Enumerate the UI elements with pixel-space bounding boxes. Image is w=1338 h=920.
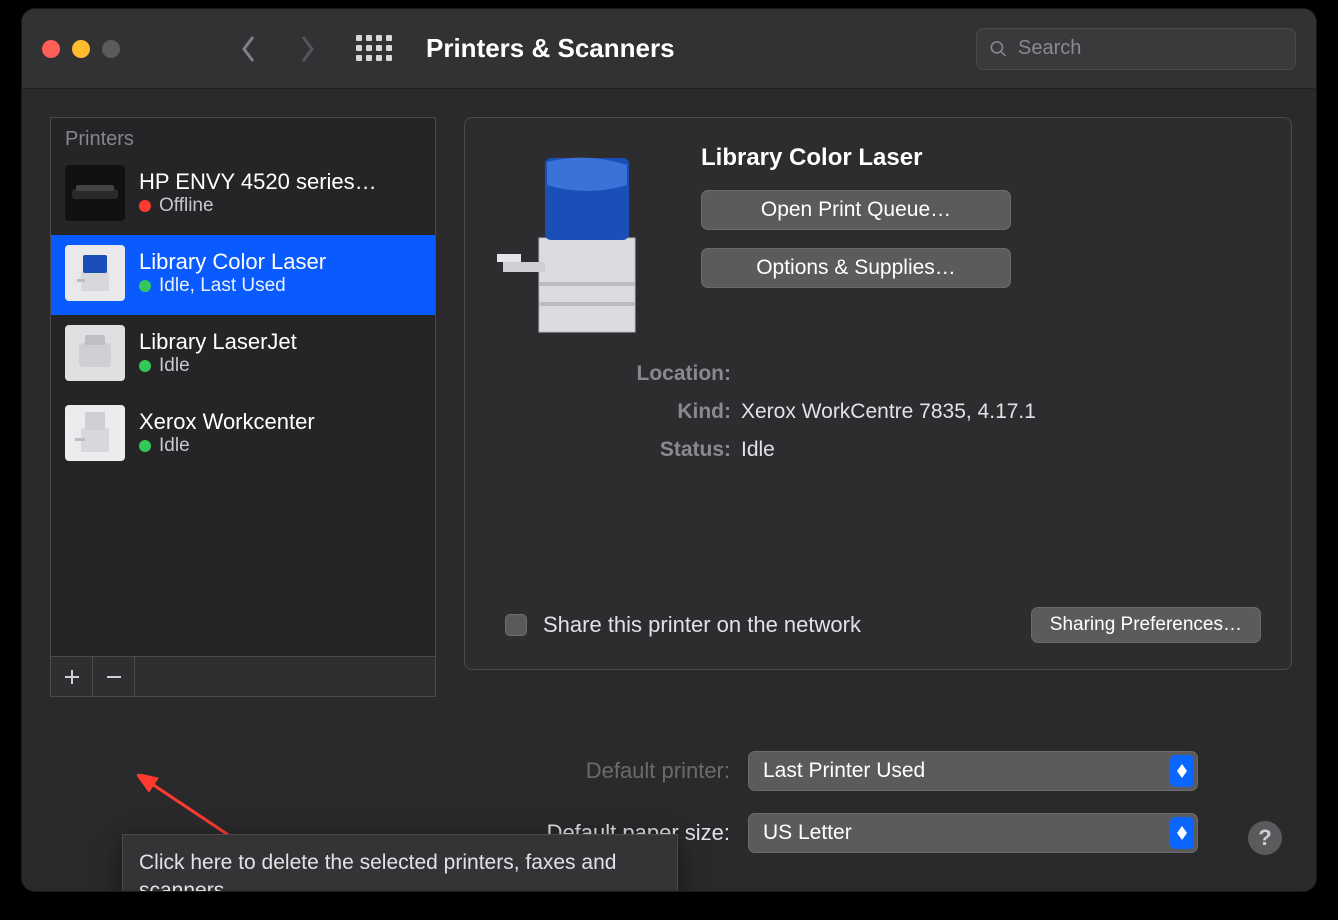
printer-name: Xerox Workcenter [139, 409, 421, 435]
printer-status: Idle, Last Used [139, 275, 421, 297]
printer-list-item[interactable]: Library LaserJet Idle [51, 315, 435, 395]
printer-thumb-icon [65, 165, 125, 221]
label-location: Location: [495, 362, 731, 386]
printer-name: Library Color Laser [139, 249, 421, 275]
sidebar-footer [51, 656, 435, 696]
printer-thumb-icon [65, 405, 125, 461]
printer-large-icon [495, 142, 665, 342]
default-printer-label: Default printer: [464, 758, 730, 784]
default-paper-value: US Letter [763, 821, 852, 845]
select-stepper-icon [1170, 755, 1194, 787]
default-paper-select[interactable]: US Letter [748, 813, 1198, 853]
default-printer-value: Last Printer Used [763, 759, 925, 783]
add-printer-button[interactable] [51, 657, 93, 696]
printer-name: HP ENVY 4520 series… [139, 169, 421, 195]
remove-printer-button[interactable] [93, 657, 135, 696]
select-stepper-icon [1170, 817, 1194, 849]
content: Printers HP ENVY 4520 series… Offline [22, 89, 1316, 891]
search-icon [989, 39, 1008, 59]
printer-thumb-icon [65, 245, 125, 301]
printer-detail-panel: Library Color Laser Open Print Queue… Op… [464, 117, 1292, 670]
share-printer-checkbox[interactable] [505, 614, 527, 636]
status-dot-icon [139, 440, 151, 452]
printer-list-item[interactable]: Xerox Workcenter Idle [51, 395, 435, 475]
minimize-window-button[interactable] [72, 40, 90, 58]
printer-name: Library LaserJet [139, 329, 421, 355]
help-button[interactable]: ? [1248, 821, 1282, 855]
forward-button[interactable] [298, 34, 316, 64]
search-field[interactable] [976, 28, 1296, 70]
printer-list-item[interactable]: Library Color Laser Idle, Last Used [51, 235, 435, 315]
share-row: Share this printer on the network Sharin… [505, 607, 1261, 643]
printer-list: HP ENVY 4520 series… Offline Library Col… [51, 155, 435, 656]
close-window-button[interactable] [42, 40, 60, 58]
printer-info-grid: Location: Kind: Xerox WorkCentre 7835, 4… [495, 362, 1261, 462]
printer-sidebar: Printers HP ENVY 4520 series… Offline [50, 117, 436, 697]
back-button[interactable] [240, 34, 258, 64]
label-kind: Kind: [495, 400, 731, 424]
status-dot-icon [139, 280, 151, 292]
nav-arrows [240, 34, 316, 64]
value-location [741, 362, 1261, 386]
show-all-icon[interactable] [356, 35, 392, 63]
preferences-window: Printers & Scanners Printers HP ENVY 452… [21, 8, 1317, 892]
label-status: Status: [495, 438, 731, 462]
status-dot-icon [139, 360, 151, 372]
value-status: Idle [741, 438, 1261, 462]
printer-status: Idle [139, 355, 421, 377]
printer-status: Idle [139, 435, 421, 457]
printer-thumb-icon [65, 325, 125, 381]
window-controls [42, 40, 120, 58]
search-input[interactable] [1018, 37, 1283, 60]
open-print-queue-button[interactable]: Open Print Queue… [701, 190, 1011, 230]
status-dot-icon [139, 200, 151, 212]
page-title: Printers & Scanners [426, 33, 675, 64]
toolbar: Printers & Scanners [22, 9, 1316, 89]
sharing-preferences-button[interactable]: Sharing Preferences… [1031, 607, 1261, 643]
value-kind: Xerox WorkCentre 7835, 4.17.1 [741, 400, 1261, 424]
zoom-window-button[interactable] [102, 40, 120, 58]
options-supplies-button[interactable]: Options & Supplies… [701, 248, 1011, 288]
printer-list-item[interactable]: HP ENVY 4520 series… Offline [51, 155, 435, 235]
share-printer-label: Share this printer on the network [543, 612, 1015, 638]
detail-title: Library Color Laser [701, 144, 1261, 172]
remove-button-tooltip: Click here to delete the selected printe… [122, 834, 678, 892]
sidebar-header: Printers [51, 118, 435, 155]
printer-status: Offline [139, 195, 421, 217]
default-printer-select[interactable]: Last Printer Used [748, 751, 1198, 791]
